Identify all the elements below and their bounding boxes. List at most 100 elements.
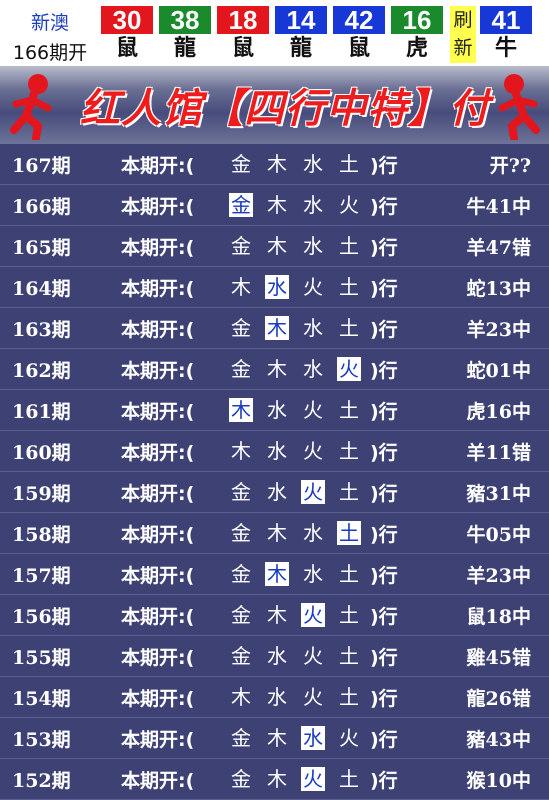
result-label: 羊23中 [466, 565, 531, 587]
result-label: 牛05中 [466, 524, 531, 546]
row-suffix: )行 [370, 647, 398, 669]
period-label: 160期 [12, 442, 71, 464]
period-label: 152期 [12, 770, 71, 792]
special-number-ball: 41 牛 [480, 6, 532, 63]
row-prefix: 本期开:( [121, 565, 195, 587]
element-cell: 水 [303, 357, 323, 381]
element-cell: 水 [303, 562, 323, 586]
ball-zodiac: 龍 [173, 36, 196, 61]
element-cell: 土 [339, 316, 359, 340]
element-cell: 土 [339, 439, 359, 463]
row-prefix: 本期开:( [121, 155, 195, 177]
element-cell: 火 [301, 480, 325, 504]
element-cell: 火 [303, 275, 323, 299]
lottery-result-bar: 新澳 166期开 30 鼠 38 龍 18 鼠 14 龍 42 鼠 16 虎 刷… [0, 0, 549, 66]
row-suffix: )行 [370, 196, 398, 218]
table-row: 164期 本期开:(木水火土)行 蛇13中 [0, 267, 549, 308]
banner-title: 红人馆【四行中特】付费版 [80, 86, 490, 132]
number-ball: 30 鼠 [101, 6, 153, 63]
ball-zodiac: 牛 [494, 36, 517, 61]
table-row: 153期 本期开:(金木水火)行 豬43中 [0, 718, 549, 759]
element-cell: 水 [303, 234, 323, 258]
row-prefix: 本期开:( [121, 524, 195, 546]
row-prefix: 本期开:( [121, 237, 195, 259]
period-label: 153期 [12, 729, 71, 751]
period-label: 157期 [12, 565, 71, 587]
table-row: 163期 本期开:(金木水土)行 羊23中 [0, 308, 549, 349]
element-cell: 水 [303, 316, 323, 340]
element-cell: 水 [303, 152, 323, 176]
table-row: 162期 本期开:(金木水火)行 蛇01中 [0, 349, 549, 390]
table-row: 155期 本期开:(金水火土)行 雞45错 [0, 636, 549, 677]
table-row: 156期 本期开:(金木火土)行 鼠18中 [0, 595, 549, 636]
result-label: 虎16中 [466, 401, 531, 423]
period-label: 156期 [12, 606, 71, 628]
row-suffix: )行 [370, 770, 398, 792]
row-suffix: )行 [370, 278, 398, 300]
table-row: 157期 本期开:(金木水土)行 羊23中 [0, 554, 549, 595]
element-cell: 金 [231, 152, 251, 176]
period-label: 167期 [12, 155, 71, 177]
element-cell: 金 [231, 480, 251, 504]
result-label: 雞45错 [466, 647, 531, 669]
row-prefix: 本期开:( [121, 196, 195, 218]
result-label: 猴10中 [466, 770, 531, 792]
result-label: 豬31中 [466, 483, 531, 505]
result-label: 羊11错 [466, 442, 531, 464]
row-suffix: )行 [370, 524, 398, 546]
element-cell: 水 [303, 521, 323, 545]
ball-number: 14 [275, 6, 327, 34]
period-label: 163期 [12, 319, 71, 341]
period-label: 164期 [12, 278, 71, 300]
element-cell: 土 [339, 398, 359, 422]
period-label: 159期 [12, 483, 71, 505]
element-cell: 水 [265, 275, 289, 299]
ball-zodiac: 鼠 [115, 36, 138, 61]
table-row: 158期 本期开:(金木水土)行 牛05中 [0, 513, 549, 554]
period-label: 166期 [12, 196, 71, 218]
element-cell: 水 [267, 439, 287, 463]
table-row: 159期 本期开:(金水火土)行 豬31中 [0, 472, 549, 513]
refresh-button[interactable]: 刷 新 [450, 6, 476, 63]
element-cell: 土 [339, 603, 359, 627]
period-label: 162期 [12, 360, 71, 382]
region-label: 新澳 [30, 12, 69, 34]
table-row: 152期 本期开:(金木火土)行 猴10中 [0, 759, 549, 800]
row-suffix: )行 [370, 237, 398, 259]
element-cell: 木 [265, 562, 289, 586]
row-suffix: )行 [370, 729, 398, 751]
running-man-icon [498, 74, 540, 140]
result-label: 豬43中 [466, 729, 531, 751]
element-cell: 金 [231, 603, 251, 627]
refresh-label: 刷 [453, 9, 473, 31]
ball-number: 18 [217, 6, 269, 34]
element-cell: 火 [303, 439, 323, 463]
table-row: 160期 本期开:(木水火土)行 羊11错 [0, 431, 549, 472]
element-cell: 金 [231, 644, 251, 668]
element-cell: 金 [231, 726, 251, 750]
element-cell: 水 [267, 480, 287, 504]
element-cell: 金 [231, 767, 251, 791]
row-prefix: 本期开:( [121, 319, 195, 341]
element-cell: 木 [231, 439, 251, 463]
table-row: 161期 本期开:(木水火土)行 虎16中 [0, 390, 549, 431]
element-cell: 水 [267, 398, 287, 422]
ball-number: 41 [480, 6, 532, 34]
number-ball: 16 虎 [391, 6, 443, 63]
ball-number: 30 [101, 6, 153, 34]
row-prefix: 本期开:( [121, 688, 195, 710]
element-cell: 火 [301, 767, 325, 791]
element-cell: 金 [231, 562, 251, 586]
element-cell: 木 [267, 521, 287, 545]
element-cell: 木 [267, 193, 287, 217]
title-banner: 红人馆【四行中特】付费版 [0, 66, 549, 144]
table-row: 166期 本期开:(金木水火)行 牛41中 [0, 185, 549, 226]
element-cell: 木 [267, 234, 287, 258]
result-label: 蛇01中 [466, 360, 531, 382]
result-label: 羊23中 [466, 319, 531, 341]
element-cell: 木 [267, 726, 287, 750]
element-cell: 水 [303, 193, 323, 217]
element-cell: 金 [231, 521, 251, 545]
row-suffix: )行 [370, 319, 398, 341]
row-suffix: )行 [370, 483, 398, 505]
